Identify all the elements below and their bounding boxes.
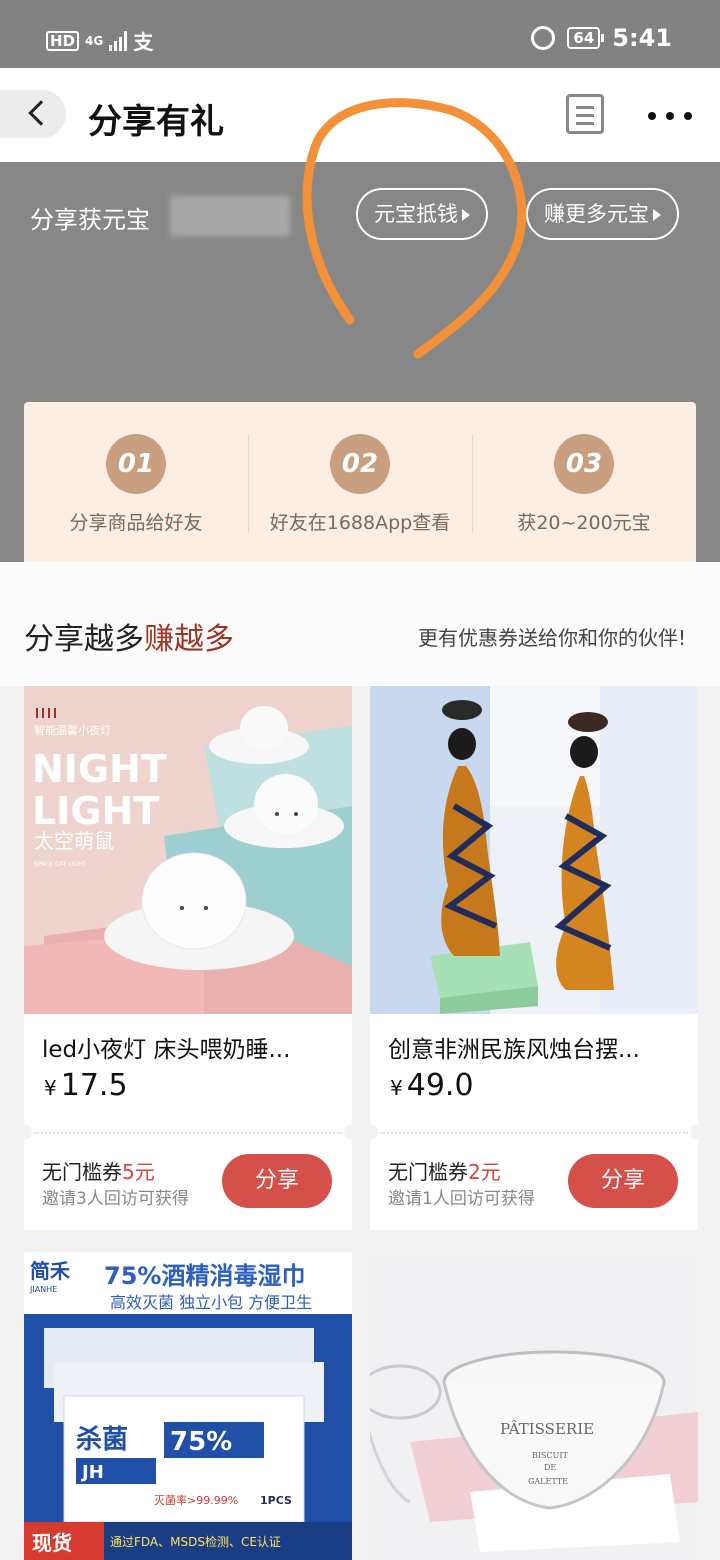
product-image[interactable] [370,686,698,1014]
chevron-left-icon [28,100,54,126]
coupon-label: 无门槛券 [388,1160,468,1184]
coupon-info: 无门槛券2元 [388,1156,501,1185]
currency-symbol: ¥ [390,1076,403,1100]
share-button[interactable]: 分享 [568,1154,678,1208]
product-image[interactable]: PÂTISSERIE BISCUIT DE GALETTE [370,1252,698,1560]
coupon-amount: 2元 [468,1160,501,1184]
brand-en: JIANHE [29,1285,57,1294]
glass-text-3: DE [544,1463,556,1472]
blurred-amount [170,196,290,236]
step-item: 02 好友在1688App查看 [248,402,472,562]
step-number: 01 [106,434,166,494]
image-subline: 高效灭菌 独立小包 方便卫生 [110,1293,312,1312]
document-icon[interactable] [566,94,604,134]
section-subtitle: 更有优惠券送给你和你的伙伴! [417,626,686,650]
earn-more-button[interactable]: 赚更多元宝 [526,188,679,240]
headline-light: LIGHT [32,789,159,833]
alipay-icon: 支 [133,30,154,54]
battery-icon: 64 [567,27,605,49]
glass-text-4: GALETTE [528,1477,568,1486]
deduct-money-button[interactable]: 元宝抵钱 [356,188,488,240]
signal-icon [109,30,128,51]
share-button[interactable]: 分享 [222,1154,332,1208]
earn-more-label: 赚更多元宝 [544,202,649,226]
product-name[interactable]: led小夜灯 床头喂奶睡... [42,1030,334,1064]
cn-product-name: 太空萌鼠 [34,829,114,853]
section-title-highlight: 赚越多 [144,622,234,657]
clock-time: 5:41 [612,24,672,52]
alarm-icon [531,26,556,50]
pack-rate: 灭菌率>99.99% [154,1493,238,1507]
product-card[interactable]: PÂTISSERIE BISCUIT DE GALETTE [370,1252,698,1560]
product-card[interactable]: 创意非洲民族风烛台摆... ¥49.0 无门槛券2元 邀请1人回访可获得 分享 [370,686,698,1230]
product-card[interactable]: 智能温馨小夜灯 NIGHT LIGHT 太空萌鼠 SPACE CAT LIGHT… [24,686,352,1230]
share-earn-label: 分享获元宝 [30,206,150,234]
step-number: 02 [330,434,390,494]
pack-percent: 75% [170,1427,232,1457]
card-divider [34,1132,342,1134]
coupon-condition: 邀请1人回访可获得 [388,1189,535,1209]
network-type: 4G [85,33,104,48]
section-title-prefix: 分享越多 [24,622,144,657]
deduct-money-label: 元宝抵钱 [374,202,458,226]
cert-text: 通过FDA、MSDS检测、CE认证 [110,1534,281,1549]
image-headline: 75%酒精消毒湿巾 [104,1262,305,1290]
pack-pcs: 1PCS [260,1494,292,1507]
product-price: ¥17.5 [44,1068,128,1103]
pack-jh: JH [80,1462,104,1483]
nav-bar: 分享有礼 [0,68,720,162]
section-title: 分享越多赚越多 [24,614,234,658]
pack-kill: 杀菌 [76,1424,128,1455]
step-text: 好友在1688App查看 [269,512,451,534]
play-arrow-icon [653,209,661,221]
coupon-label: 无门槛券 [42,1160,122,1184]
step-text: 获20~200元宝 [517,512,651,534]
card-notch [344,1124,352,1140]
step-item: 03 获20~200元宝 [472,402,696,562]
step-number: 03 [554,434,614,494]
play-arrow-icon [462,209,470,221]
glass-text-1: PÂTISSERIE [500,1420,594,1438]
page-title: 分享有礼 [88,102,224,142]
hd-icon: HD [46,30,80,51]
headline-night: NIGHT [32,747,167,791]
more-share-header: 分享越多赚越多 更有优惠券送给你和你的伙伴! [0,562,720,686]
price-value: 17.5 [60,1068,128,1103]
coupon-amount: 5元 [122,1160,155,1184]
product-image[interactable]: 智能温馨小夜灯 NIGHT LIGHT 太空萌鼠 SPACE CAT LIGHT [24,686,352,1014]
product-image[interactable]: 简禾 JIANHE 75%酒精消毒湿巾 高效灭菌 独立小包 方便卫生 杀菌 75… [24,1252,352,1560]
share-steps: 01 分享商品给好友 02 好友在1688App查看 03 获20~200元宝 [24,402,696,562]
product-card[interactable]: 简禾 JIANHE 75%酒精消毒湿巾 高效灭菌 独立小包 方便卫生 杀菌 75… [24,1252,352,1560]
glass-text-2: BISCUIT [532,1451,569,1460]
currency-symbol: ¥ [44,1076,57,1100]
step-item: 01 分享商品给好友 [24,402,248,562]
tagline-text: 智能温馨小夜灯 [34,723,111,737]
status-bar: HD 4G 支 64 5:41 [0,0,720,68]
card-notch [24,1124,32,1140]
coupon-condition: 邀请3人回访可获得 [42,1189,189,1209]
small-caption: SPACE CAT LIGHT [34,861,87,868]
stock-banner: 现货 [32,1531,72,1555]
more-options-icon[interactable] [648,112,692,120]
brand-name: 简禾 [30,1259,70,1283]
price-value: 49.0 [406,1068,474,1103]
card-notch [690,1124,698,1140]
product-price: ¥49.0 [390,1068,474,1103]
product-name[interactable]: 创意非洲民族风烛台摆... [388,1030,680,1064]
card-divider [380,1132,688,1134]
back-button[interactable] [0,90,66,138]
step-text: 分享商品给好友 [69,512,203,534]
share-summary-panel: 分享获元宝 元宝抵钱 赚更多元宝 01 分享商品给好友 02 好友在1688Ap… [0,162,720,562]
coupon-info: 无门槛券5元 [42,1156,155,1185]
card-notch [370,1124,378,1140]
